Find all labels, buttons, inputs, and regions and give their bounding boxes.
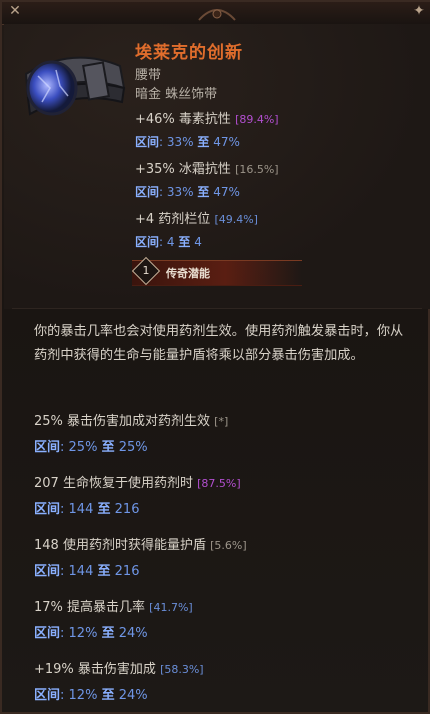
- range-min: 4: [166, 235, 175, 249]
- item-description: 你的暴击几率也会对使用药剂生效。使用药剂触发暴击时，你从药剂中获得的生命与能量护…: [34, 324, 404, 363]
- range-min: 25%: [68, 440, 98, 455]
- mod-line: +19% 暴击伤害加成 [58.3%]: [34, 658, 204, 677]
- header-mod: +4 药剂栏位 [49.4%]: [135, 208, 258, 227]
- belt-icon: [24, 56, 126, 116]
- range-min: 144: [68, 502, 94, 517]
- range-max: 47%: [213, 185, 240, 199]
- range-min: 12%: [68, 626, 98, 641]
- range-to: 至: [101, 688, 115, 703]
- range-min: 144: [68, 564, 94, 579]
- range-min: 33%: [166, 135, 194, 149]
- mod-line: 17% 提高暴击几率 [41.7%]: [34, 596, 193, 615]
- range-max: 24%: [118, 688, 148, 703]
- mod-roll: [58.3%]: [160, 663, 204, 676]
- mod-range: 区间: 144 至 216: [34, 564, 140, 579]
- mod-roll: [*]: [214, 415, 229, 428]
- range-label: 区间: [135, 235, 160, 249]
- range-to: 至: [97, 502, 111, 517]
- range-to: 至: [101, 440, 115, 455]
- mod-range: 区间: 12% 至 24%: [34, 626, 148, 641]
- range-label: 区间: [34, 626, 61, 641]
- mod-stat: +4 药剂栏位: [135, 212, 211, 227]
- mod-roll: [49.4%]: [214, 213, 258, 226]
- legendary-tier: 1: [142, 264, 150, 277]
- range-label: 区间: [135, 135, 160, 149]
- range-max: 47%: [213, 135, 240, 149]
- pin-icon[interactable]: ✦: [410, 2, 428, 20]
- mod-roll: [41.7%]: [149, 601, 193, 614]
- mod-stat: 25% 暴击伤害加成对药剂生效: [34, 414, 211, 429]
- mod-stat: +35% 冰霜抗性: [135, 162, 231, 177]
- range-to: 至: [197, 135, 210, 149]
- mod-line: 25% 暴击伤害加成对药剂生效 [*]: [34, 410, 228, 429]
- mod-stat: +46% 毒素抗性: [135, 112, 231, 127]
- range-to: 至: [101, 626, 115, 641]
- item-type: 腰带: [135, 68, 162, 83]
- mod-roll: [87.5%]: [197, 477, 241, 490]
- range-label: 区间: [34, 502, 61, 517]
- close-icon[interactable]: ✕: [6, 2, 24, 20]
- range-max: 216: [114, 502, 140, 517]
- range-min: 12%: [68, 688, 98, 703]
- header-mod: +35% 冰霜抗性 [16.5%]: [135, 158, 279, 177]
- tooltip-frame: ✕ ✦ 埃莱克的创新 腰带 暗金 蛛丝饰带 +46% 毒素抗性 [89.4%] …: [0, 0, 430, 714]
- mod-roll: [16.5%]: [235, 163, 279, 176]
- mod-stat: +19% 暴击伤害加成: [34, 662, 156, 677]
- range-max: 216: [114, 564, 140, 579]
- mod-roll: [89.4%]: [235, 113, 279, 126]
- mod-stat: 17% 提高暴击几率: [34, 600, 146, 615]
- range-label: 区间: [34, 440, 61, 455]
- mod-line: 207 生命恢复于使用药剂时 [87.5%]: [34, 472, 241, 491]
- mod-range: 区间: 25% 至 25%: [34, 440, 148, 455]
- item-name: 埃莱克的创新: [135, 43, 243, 63]
- crest-icon: [198, 9, 236, 21]
- mod-roll: [5.6%]: [210, 539, 247, 552]
- mod-range: 区间: 144 至 216: [34, 502, 140, 517]
- range-label: 区间: [135, 185, 160, 199]
- header-mod: +46% 毒素抗性 [89.4%]: [135, 108, 279, 127]
- range-label: 区间: [34, 564, 61, 579]
- mod-range: 区间: 33% 至 47%: [135, 135, 240, 149]
- range-to: 至: [97, 564, 111, 579]
- range-label: 区间: [34, 688, 61, 703]
- divider: [12, 308, 422, 309]
- mod-range: 区间: 33% 至 47%: [135, 185, 240, 199]
- range-min: 33%: [166, 185, 194, 199]
- legendary-label: 传奇潜能: [166, 267, 210, 280]
- range-max: 4: [194, 235, 202, 249]
- mod-range: 区间: 4 至 4: [135, 235, 202, 249]
- range-max: 24%: [118, 626, 148, 641]
- mod-stat: 207 生命恢复于使用药剂时: [34, 476, 193, 491]
- mod-line: 148 使用药剂时获得能量护盾 [5.6%]: [34, 534, 247, 553]
- mod-range: 区间: 12% 至 24%: [34, 688, 148, 703]
- range-to: 至: [178, 235, 191, 249]
- range-to: 至: [197, 185, 210, 199]
- mod-stat: 148 使用药剂时获得能量护盾: [34, 538, 206, 553]
- item-base: 暗金 蛛丝饰带: [135, 87, 218, 102]
- tooltip-topbar: ✕ ✦: [2, 2, 430, 25]
- range-max: 25%: [118, 440, 148, 455]
